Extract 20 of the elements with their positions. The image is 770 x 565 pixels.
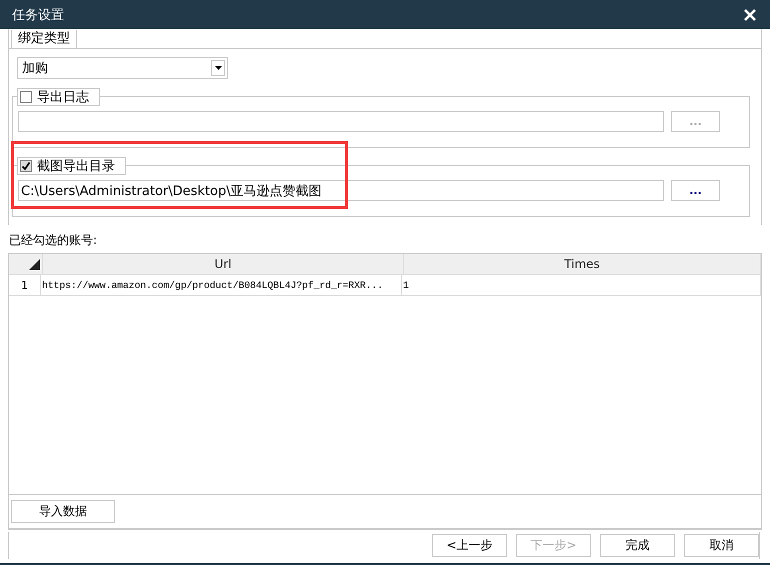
table-cell: https://www.amazon.com/gp/product/B084LQBL4J?pf_rd_r=RXR... xyxy=(41,275,402,295)
browse-button[interactable]: ... xyxy=(671,180,720,201)
checkbox[interactable] xyxy=(20,160,32,172)
column-header[interactable]: Times xyxy=(404,254,761,274)
wizard-button[interactable]: <上一步 xyxy=(432,534,507,557)
select-all-icon[interactable] xyxy=(29,258,40,270)
row-number: 1 xyxy=(9,275,41,295)
type-dropdown[interactable]: 加购 xyxy=(17,57,228,79)
group-legend: 绑定类型 xyxy=(11,30,77,49)
import-button[interactable]: 导入数据 xyxy=(11,500,115,523)
close-icon[interactable] xyxy=(744,8,756,20)
checkbox-legend[interactable]: 截图导出目录 xyxy=(17,157,126,175)
wizard-button[interactable]: 完成 xyxy=(600,534,675,557)
column-header[interactable]: Url xyxy=(43,254,404,274)
path-field[interactable]: C:\Users\Administrator\Desktop\亚马逊点赞截图 xyxy=(18,180,664,201)
window-title: 任务设置 xyxy=(12,6,64,24)
dropdown-arrow-icon xyxy=(214,66,222,70)
table-cell: 1 xyxy=(402,275,761,295)
wizard-button[interactable]: 取消 xyxy=(684,534,759,557)
accounts-label: 已经勾选的账号: xyxy=(9,232,98,249)
